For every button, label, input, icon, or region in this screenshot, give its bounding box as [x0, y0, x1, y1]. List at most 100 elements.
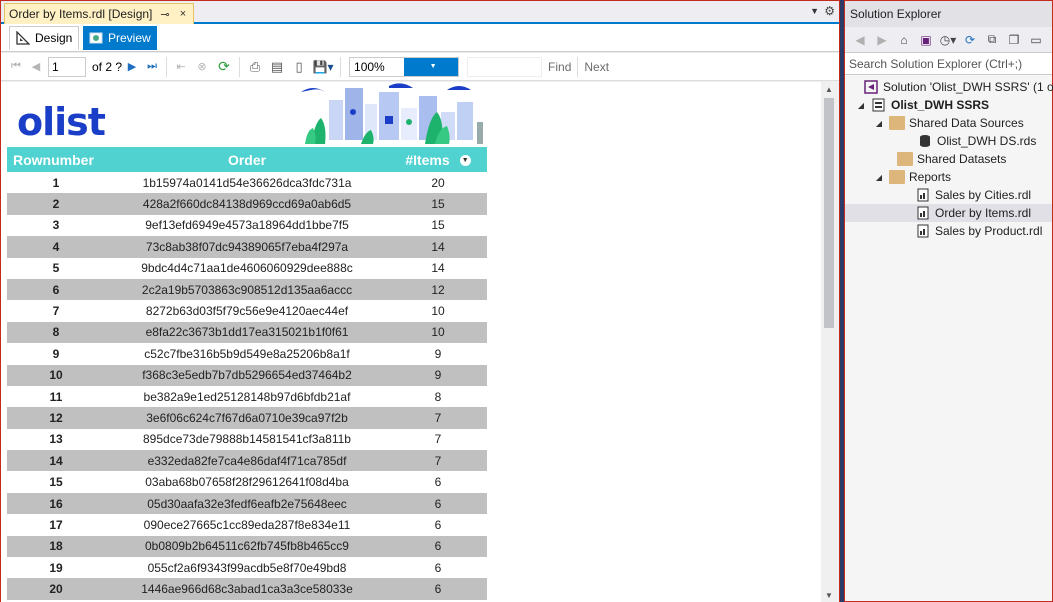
table-row: 19 055cf2a6f9343f99acdb5e8f70e49bd8 6 [7, 557, 487, 578]
expand-icon[interactable]: ◢ [873, 119, 885, 128]
last-page-icon[interactable]: ⏭ [142, 57, 162, 77]
print-layout-icon[interactable]: ▤ [266, 57, 288, 77]
column-header-items-label: #Items [405, 151, 450, 168]
next-page-icon[interactable]: ▶ [122, 57, 142, 77]
tab-preview[interactable]: Preview [83, 26, 157, 50]
pending-changes-icon[interactable]: ◷▾ [939, 31, 957, 49]
zoom-value: 100% [354, 59, 385, 74]
scroll-down-icon[interactable]: ▼ [825, 591, 833, 600]
table-row: 13 895dce73de79888b14581541cf3a811b 7 [7, 429, 487, 450]
table-row: 12 3e6f06c624c7f67d6a0710e39ca97f2b 7 [7, 407, 487, 429]
switch-views-icon[interactable]: ▣ [917, 31, 935, 49]
document-tab-order-by-items[interactable]: Order by Items.rdl [Design] ⊸ × [4, 3, 194, 24]
tree-node-shared-data-sources[interactable]: ◢ Shared Data Sources [845, 114, 1052, 132]
table-row: 3 9ef13efd6949e4573a18964dd1bbe7f5 15 [7, 215, 487, 236]
expand-icon[interactable]: ◢ [855, 101, 867, 110]
tree-node-data-source[interactable]: Olist_DWH DS.rds [845, 132, 1052, 150]
chevron-down-icon[interactable]: ▼ [404, 57, 459, 76]
find-link[interactable]: Find [548, 60, 571, 74]
scroll-up-icon[interactable]: ▲ [825, 85, 833, 94]
tree-node-reports[interactable]: ◢ Reports [845, 168, 1052, 186]
scroll-thumb[interactable] [824, 98, 834, 328]
cell-rownumber: 3 [52, 218, 60, 233]
cell-items: 10 [389, 321, 487, 344]
table-row: 2 428a2f660dc84138d969ccd69a0ab6d5 15 [7, 193, 487, 215]
column-header-items[interactable]: #Items ▼ [389, 147, 487, 172]
solution-explorer-search[interactable]: Search Solution Explorer (Ctrl+;) [845, 53, 1052, 75]
tree-node-label: Sales by Product.rdl [935, 224, 1043, 238]
column-header-rownumber: Rownumber [7, 147, 105, 172]
tree-node-shared-datasets[interactable]: Shared Datasets [845, 150, 1052, 168]
first-page-icon[interactable]: ⏮ [5, 57, 27, 77]
cell-rownumber: 11 [49, 389, 63, 404]
cell-rownumber: 12 [7, 407, 105, 429]
toolbar-separator [239, 56, 241, 77]
cell-order: 9bdc4d4c71aa1de4606060929dee888c [141, 261, 353, 276]
table-row: 11 be382a9e1ed25128148b97d6bfdb21af 8 [7, 386, 487, 407]
zoom-select[interactable]: 100% ▼ [349, 56, 460, 77]
report-document-window: Order by Items.rdl [Design] ⊸ × ▼ ⚙ Desi… [0, 0, 840, 602]
close-icon[interactable]: × [177, 8, 189, 20]
report-file-icon [915, 206, 931, 220]
cell-items: 7 [389, 407, 487, 429]
previous-page-icon[interactable]: ◀ [27, 57, 45, 77]
tree-node-label: Shared Datasets [917, 152, 1007, 166]
next-link[interactable]: Next [584, 60, 609, 74]
tree-node-project[interactable]: ◢ Olist_DWH SSRS [845, 96, 1052, 114]
tab-design[interactable]: Design [9, 26, 80, 50]
preview-icon [89, 31, 103, 45]
cell-items: 6 [389, 578, 487, 600]
cell-items: 9 [389, 364, 487, 386]
cell-items: 6 [434, 517, 442, 532]
table-row: 5 9bdc4d4c71aa1de4606060929dee888c 14 [7, 258, 487, 279]
table-row: 1 1b15974a0141d54e36626dca3fdc731a 20 [7, 172, 487, 193]
sort-icon[interactable]: ▼ [459, 155, 471, 167]
show-all-files-icon[interactable]: ❐ [1005, 31, 1023, 49]
cell-items: 8 [434, 389, 442, 404]
expand-icon[interactable]: ◢ [873, 173, 885, 182]
stop-icon[interactable]: ⊗ [191, 57, 213, 77]
tab-dropdown-icon[interactable]: ▼ [810, 6, 819, 16]
cell-order: f368c3e5edb7b7db5296654ed37464b2 [105, 364, 389, 386]
cell-order: 090ece27665c1cc89eda287f8e834e11 [143, 517, 351, 532]
collapse-all-icon[interactable]: ⧉ [983, 31, 1001, 49]
table-row: 7 8272b63d03f5f79c56e9e4120aec44ef 10 [7, 300, 487, 321]
tree-node-label: Order by Items.rdl [935, 206, 1032, 220]
tree-node-label: Sales by Cities.rdl [935, 188, 1032, 202]
tree-node-report-sales-by-cities[interactable]: Sales by Cities.rdl [845, 186, 1052, 204]
back-icon[interactable]: ⇤ [171, 57, 191, 77]
cell-rownumber: 20 [7, 578, 105, 600]
gear-icon[interactable]: ⚙ [824, 4, 835, 18]
forward-icon[interactable]: ▶ [873, 31, 891, 49]
back-icon[interactable]: ◀ [851, 31, 869, 49]
page-number-input[interactable]: 1 [48, 56, 86, 77]
solution-explorer-panel: Solution Explorer ◀ ▶ ⌂ ▣ ◷▾ ⟳ ⧉ ❐ ▭ Sea… [844, 0, 1053, 602]
export-icon[interactable]: 💾▾ [310, 57, 336, 77]
document-tab-bar: Order by Items.rdl [Design] ⊸ × ▼ ⚙ [1, 1, 839, 24]
print-icon[interactable]: ⎙ [244, 57, 266, 77]
page-setup-icon[interactable]: ▯ [288, 57, 310, 77]
tree-node-solution[interactable]: Solution 'Olist_DWH SSRS' (1 of 1 [845, 78, 1053, 96]
folder-icon [897, 152, 913, 166]
table-row: 9 c52c7fbe316b5b9d549e8a25206b8a1f 9 [7, 343, 487, 364]
table-row: 15 03aba68b07658f28f29612641f08d4ba 6 [7, 471, 487, 492]
tree-node-report-order-by-items[interactable]: Order by Items.rdl [845, 204, 1052, 222]
folder-icon [889, 170, 905, 184]
cell-order: 2c2a19b5703863c908512d135aa6accc [105, 278, 389, 301]
cell-order: 8272b63d03f5f79c56e9e4120aec44ef [145, 304, 349, 319]
tree-node-report-sales-by-product[interactable]: Sales by Product.rdl [845, 222, 1052, 240]
document-tab-title: Order by Items.rdl [Design] [9, 7, 153, 21]
cell-rownumber: 6 [7, 278, 105, 301]
find-input[interactable] [467, 56, 543, 77]
table-row: 10 f368c3e5edb7b7db5296654ed37464b2 9 [7, 364, 487, 386]
cell-items: 20 [431, 175, 445, 190]
pin-icon[interactable]: ⊸ [159, 8, 171, 21]
sync-icon[interactable]: ⟳ [961, 31, 979, 49]
home-icon[interactable]: ⌂ [895, 31, 913, 49]
report-vertical-scrollbar[interactable]: ▲ ▼ [821, 82, 839, 602]
table-row: 8 e8fa22c3673b1dd17ea315021b1f0f61 10 [7, 321, 487, 344]
refresh-icon[interactable]: ⟳ [213, 57, 235, 77]
toolbar-separator [577, 56, 579, 77]
properties-icon[interactable]: ▭ [1027, 31, 1045, 49]
cell-order: 3e6f06c624c7f67d6a0710e39ca97f2b [105, 407, 389, 429]
